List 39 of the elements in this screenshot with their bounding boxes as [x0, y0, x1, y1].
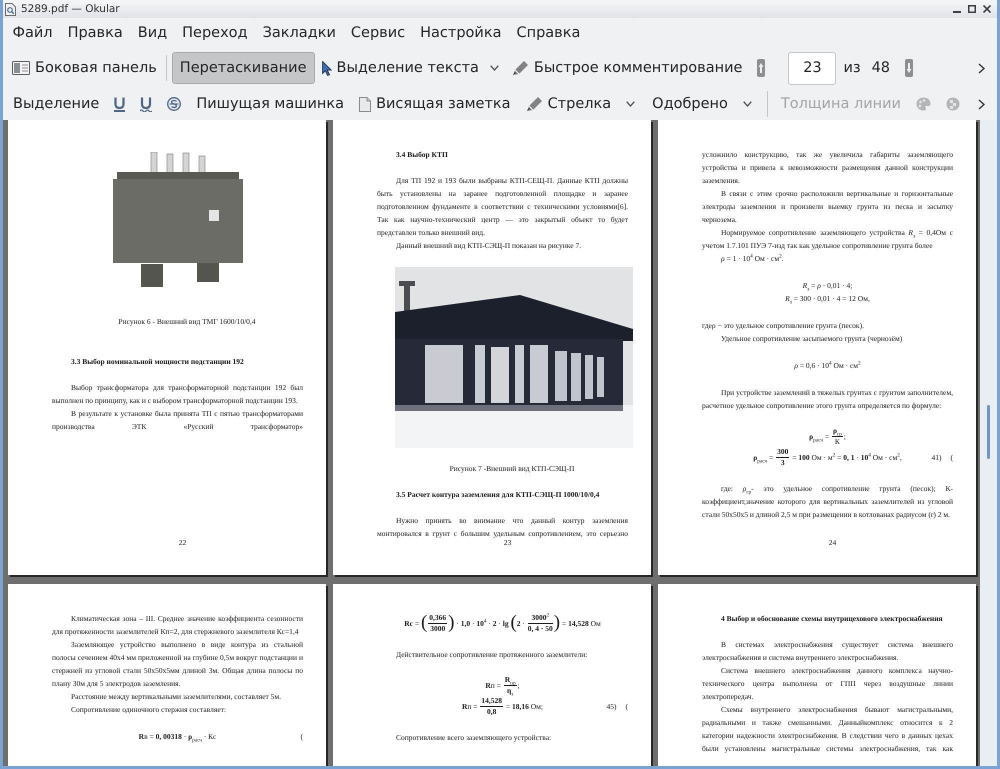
caret-icon[interactable]	[490, 65, 499, 71]
menu-item[interactable]: Файл	[5, 25, 60, 41]
window-title: 5289.pdf — Okular	[21, 3, 120, 15]
close-icon[interactable]	[983, 5, 991, 13]
arrow-tool-button[interactable]: Стрелка	[522, 90, 616, 118]
menu-item[interactable]: Правка	[60, 25, 130, 41]
menu-item[interactable]: Вид	[130, 25, 175, 41]
page-count: 48	[872, 60, 890, 76]
pen-icon	[512, 60, 529, 76]
sidebar-panel-icon	[12, 61, 30, 75]
document-icon	[5, 2, 16, 16]
page-of-label: из	[843, 60, 861, 76]
underline-icon[interactable]	[114, 96, 126, 112]
scrollbar-track[interactable]	[980, 120, 997, 766]
menu-item[interactable]: Справка	[508, 25, 588, 41]
text-select-button[interactable]: Выделение текста	[318, 52, 483, 84]
menu-item[interactable]: Настройка	[412, 25, 509, 41]
cursor-icon	[322, 60, 332, 76]
caret-icon[interactable]	[742, 101, 752, 107]
browse-mode-button[interactable]: Перетаскивание	[172, 52, 314, 84]
scrollbar-thumb[interactable]	[987, 405, 990, 459]
note-icon	[359, 96, 372, 112]
typewriter-tool-button[interactable]: Пишущая машинка	[192, 90, 348, 118]
note-tool-button[interactable]: Висящая заметка	[355, 90, 515, 118]
strikeout-icon[interactable]	[167, 97, 182, 111]
menu-item[interactable]: Сервис	[343, 25, 413, 41]
page-number-field[interactable]: 23	[788, 52, 836, 84]
stamp-tool-button[interactable]: Одобрено	[648, 90, 732, 118]
pen-icon	[526, 96, 543, 112]
highlight-tool-button[interactable]: Выделение	[9, 90, 104, 118]
chevron-right-icon[interactable]	[978, 62, 985, 74]
chevron-right-icon[interactable]	[978, 98, 985, 110]
maximize-icon[interactable]	[968, 5, 976, 13]
squiggly-underline-icon[interactable]	[140, 96, 152, 112]
menu-item[interactable]: Закладки	[255, 25, 344, 41]
quick-annotations-button[interactable]: Быстрое комментирование	[508, 52, 746, 84]
sidebar-button[interactable]: Боковая панель	[8, 52, 161, 84]
caret-icon[interactable]	[626, 101, 636, 107]
menu-item[interactable]: Переход	[174, 25, 256, 41]
